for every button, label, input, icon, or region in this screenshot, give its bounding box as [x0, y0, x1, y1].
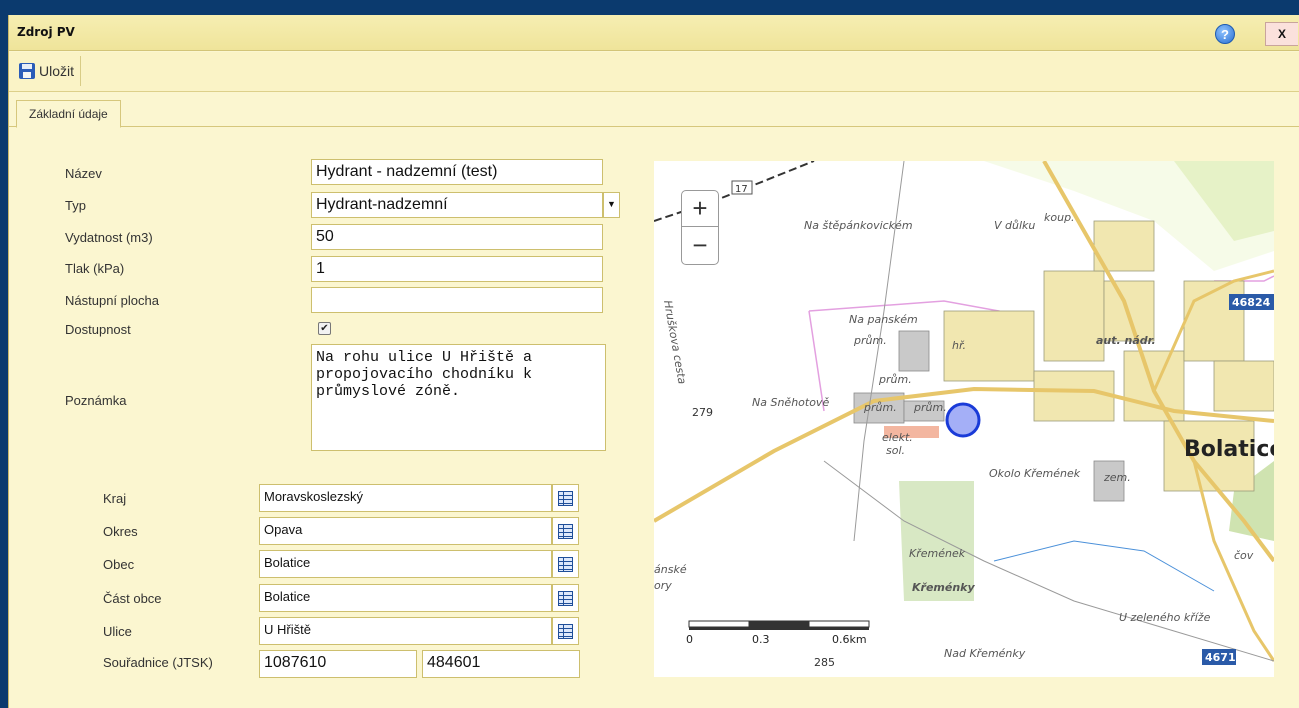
map-label-na-panskem: Na panském: [849, 313, 918, 326]
map-label-kremenky: Křeménky: [912, 581, 975, 594]
obec-label: Obec: [103, 557, 135, 572]
road-number-46824: 46824: [1232, 296, 1271, 309]
zoom-control: + −: [681, 190, 719, 265]
typ-select[interactable]: Hydrant-nadzemní: [311, 192, 603, 218]
road-number-17: 17: [735, 184, 748, 195]
map-label-prum-3: prům.: [863, 401, 897, 414]
okres-label: Okres: [103, 524, 138, 539]
table-icon: [558, 556, 573, 572]
table-icon: [558, 623, 573, 639]
chevron-down-icon[interactable]: ▼: [603, 192, 620, 218]
cast-obce-picker-button[interactable]: [552, 584, 579, 612]
plocha-input[interactable]: [311, 287, 603, 313]
map-label-prum-2: prům.: [878, 373, 912, 386]
table-icon: [558, 490, 573, 506]
nazev-label: Název: [65, 166, 102, 181]
dostupnost-checkbox[interactable]: ✔: [318, 322, 331, 335]
souradnice-y-input[interactable]: 484601: [422, 650, 580, 678]
ulice-picker-button[interactable]: [552, 617, 579, 645]
map-label-u-zeleneho-krize: U zeleného kříže: [1119, 611, 1211, 624]
title-bar: Zdroj PV ? X: [9, 15, 1299, 51]
map-label-hr: hř.: [952, 339, 966, 352]
ulice-label: Ulice: [103, 624, 132, 639]
close-button[interactable]: X: [1265, 22, 1298, 46]
okres-input[interactable]: Opava: [259, 517, 552, 545]
scale-label-mid: 0.3: [752, 633, 770, 646]
poznamka-label: Poznámka: [65, 393, 127, 408]
souradnice-x-input[interactable]: 1087610: [259, 650, 417, 678]
obec-input[interactable]: Bolatice: [259, 550, 552, 578]
map-label-ory: ory: [654, 579, 672, 592]
map-scale-bar: 0 0.3 0.6km: [686, 620, 870, 646]
road-number-4671: 4671: [1205, 651, 1236, 664]
map-label-prum-1: prům.: [853, 334, 887, 347]
ulice-input[interactable]: U Hřiště: [259, 617, 552, 645]
save-button-label: Uložit: [39, 63, 75, 79]
map-label-prum-4: prům.: [913, 401, 947, 414]
vydatnost-input[interactable]: 50: [311, 224, 603, 250]
map-view[interactable]: 17 46824 4671 Na štěpánkovickém V důlku …: [654, 161, 1274, 677]
map-label-zem: zem.: [1103, 471, 1131, 484]
zoom-out-button[interactable]: −: [682, 228, 718, 264]
hydrant-marker[interactable]: [945, 402, 981, 438]
map-label-elekt: elekt.: [882, 431, 913, 444]
tab-bar: Základní údaje: [9, 93, 1299, 128]
scale-label-0: 0: [686, 633, 693, 646]
poznamka-textarea[interactable]: Na rohu ulice U Hřiště a propojovacího c…: [311, 344, 606, 451]
map-stream: [993, 540, 1215, 592]
map-label-hruskova: Hruškova cesta: [661, 299, 689, 385]
zoom-in-button[interactable]: +: [682, 191, 718, 227]
save-button[interactable]: Uložit: [15, 56, 82, 86]
map-label-nad-kremenky: Nad Křeménky: [944, 647, 1026, 660]
map-elevation-279: 279: [692, 406, 713, 419]
kraj-picker-button[interactable]: [552, 484, 579, 512]
map-label-bolatice: Bolatice: [1184, 437, 1274, 462]
cast-obce-label: Část obce: [103, 591, 162, 606]
map-label-na-snehotove: Na Sněhotově: [752, 396, 829, 409]
scale-label-end: 0.6km: [832, 633, 867, 646]
map-canvas: 17 46824 4671 Na štěpánkovickém V důlku …: [654, 161, 1274, 669]
vydatnost-label: Vydatnost (m3): [65, 230, 153, 245]
map-label-kremenek: Křemének: [909, 547, 966, 560]
floppy-disk-icon: [19, 63, 35, 79]
map-label-cov: čov: [1234, 549, 1254, 562]
map-elevation-285: 285: [814, 656, 835, 669]
map-label-v-dulku: V důlku: [994, 219, 1035, 232]
okres-picker-button[interactable]: [552, 517, 579, 545]
help-icon[interactable]: ?: [1215, 24, 1235, 44]
map-label-stepankovickem: Na štěpánkovickém: [804, 219, 913, 232]
dialog-window: Zdroj PV ? X Uložit Základní údaje Název…: [8, 15, 1299, 708]
map-label-anske: ánské: [654, 563, 687, 576]
tab-zakladni-udaje[interactable]: Základní údaje: [16, 100, 121, 128]
cast-obce-input[interactable]: Bolatice: [259, 584, 552, 612]
map-label-sol: sol.: [886, 444, 905, 457]
obec-picker-button[interactable]: [552, 550, 579, 578]
souradnice-label: Souřadnice (JTSK): [103, 655, 213, 670]
table-icon: [558, 590, 573, 606]
nazev-input[interactable]: Hydrant - nadzemní (test): [311, 159, 603, 185]
toolbar: Uložit: [9, 52, 1299, 92]
table-icon: [558, 523, 573, 539]
kraj-label: Kraj: [103, 491, 127, 506]
window-title: Zdroj PV: [17, 25, 75, 39]
map-label-koup: koup.: [1044, 211, 1075, 224]
map-label-okolo: Okolo Křemének: [989, 467, 1081, 480]
map-label-aut-nadr: aut. nádr.: [1096, 334, 1156, 347]
plocha-label: Nástupní plocha: [65, 293, 159, 308]
dostupnost-label: Dostupnost: [65, 322, 131, 337]
typ-label: Typ: [65, 198, 86, 213]
tlak-input[interactable]: 1: [311, 256, 603, 282]
tlak-label: Tlak (kPa): [65, 261, 125, 276]
map-path-2: [853, 161, 905, 542]
kraj-input[interactable]: Moravskoslezský: [259, 484, 552, 512]
